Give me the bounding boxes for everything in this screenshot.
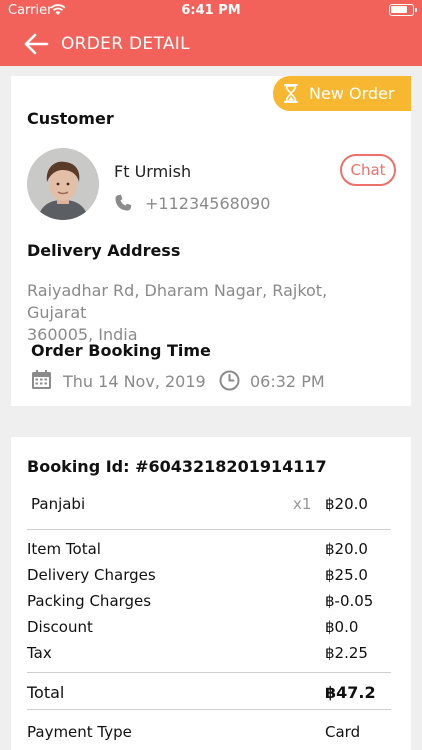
charge-value-packing: ฿-0.05 — [325, 592, 374, 610]
total-label: Total — [27, 683, 65, 702]
item-qty: x1 — [293, 495, 312, 513]
divider — [27, 529, 391, 530]
clock-time: 6:41 PM — [181, 3, 241, 18]
customer-heading: Customer — [27, 109, 114, 128]
item-name: Panjabi — [31, 495, 86, 513]
delivery-address-line1: Raiyadhar Rd, Dharam Nagar, Rajkot, Guja… — [27, 281, 328, 322]
item-price: ฿20.0 — [325, 495, 368, 513]
booking-date: Thu 14 Nov, 2019 — [63, 372, 206, 391]
customer-card: New Order Customer Ft Urmish +1123456809… — [11, 76, 411, 406]
battery-icon — [389, 4, 417, 16]
hourglass-icon — [284, 84, 298, 103]
chat-button[interactable]: Chat — [340, 154, 396, 186]
avatar-image — [27, 148, 99, 220]
delivery-address-heading: Delivery Address — [27, 241, 181, 260]
phone-icon — [115, 194, 132, 211]
bill-card: Booking Id: #6043218201914117 Panjabi x1… — [11, 437, 411, 750]
charge-label-tax: Tax — [27, 644, 52, 662]
charge-value-delivery: ฿25.0 — [325, 566, 368, 584]
status-bar: Carrier 6:41 PM — [0, 0, 422, 22]
payment-type-value: Card — [325, 723, 361, 741]
booking-id: Booking Id: #6043218201914117 — [27, 457, 327, 476]
charge-value-discount: ฿0.0 — [325, 618, 359, 636]
charge-label-delivery: Delivery Charges — [27, 566, 156, 584]
back-arrow-icon[interactable] — [22, 31, 50, 57]
booking-time-heading: Order Booking Time — [31, 341, 211, 360]
booking-time: 06:32 PM — [250, 372, 325, 391]
charge-value-item-total: ฿20.0 — [325, 540, 368, 558]
charge-label-packing: Packing Charges — [27, 592, 152, 610]
nav-bar: ORDER DETAIL — [0, 22, 422, 66]
customer-name: Ft Urmish — [114, 162, 192, 181]
payment-type-label: Payment Type — [27, 723, 132, 741]
calendar-icon — [32, 370, 51, 389]
charge-value-tax: ฿2.25 — [325, 644, 368, 662]
charge-label-discount: Discount — [27, 618, 93, 636]
page-title: ORDER DETAIL — [61, 34, 190, 54]
divider — [27, 709, 391, 710]
delivery-address: Raiyadhar Rd, Dharam Nagar, Rajkot, Guja… — [27, 280, 387, 346]
divider — [27, 672, 391, 673]
charge-label-item-total: Item Total — [27, 540, 101, 558]
avatar — [27, 148, 99, 220]
customer-phone[interactable]: +11234568090 — [145, 194, 270, 213]
order-status-label: New Order — [309, 84, 395, 103]
order-status-badge[interactable]: New Order — [273, 76, 411, 111]
clock-icon — [219, 370, 240, 391]
total-value: ฿47.2 — [325, 683, 376, 702]
